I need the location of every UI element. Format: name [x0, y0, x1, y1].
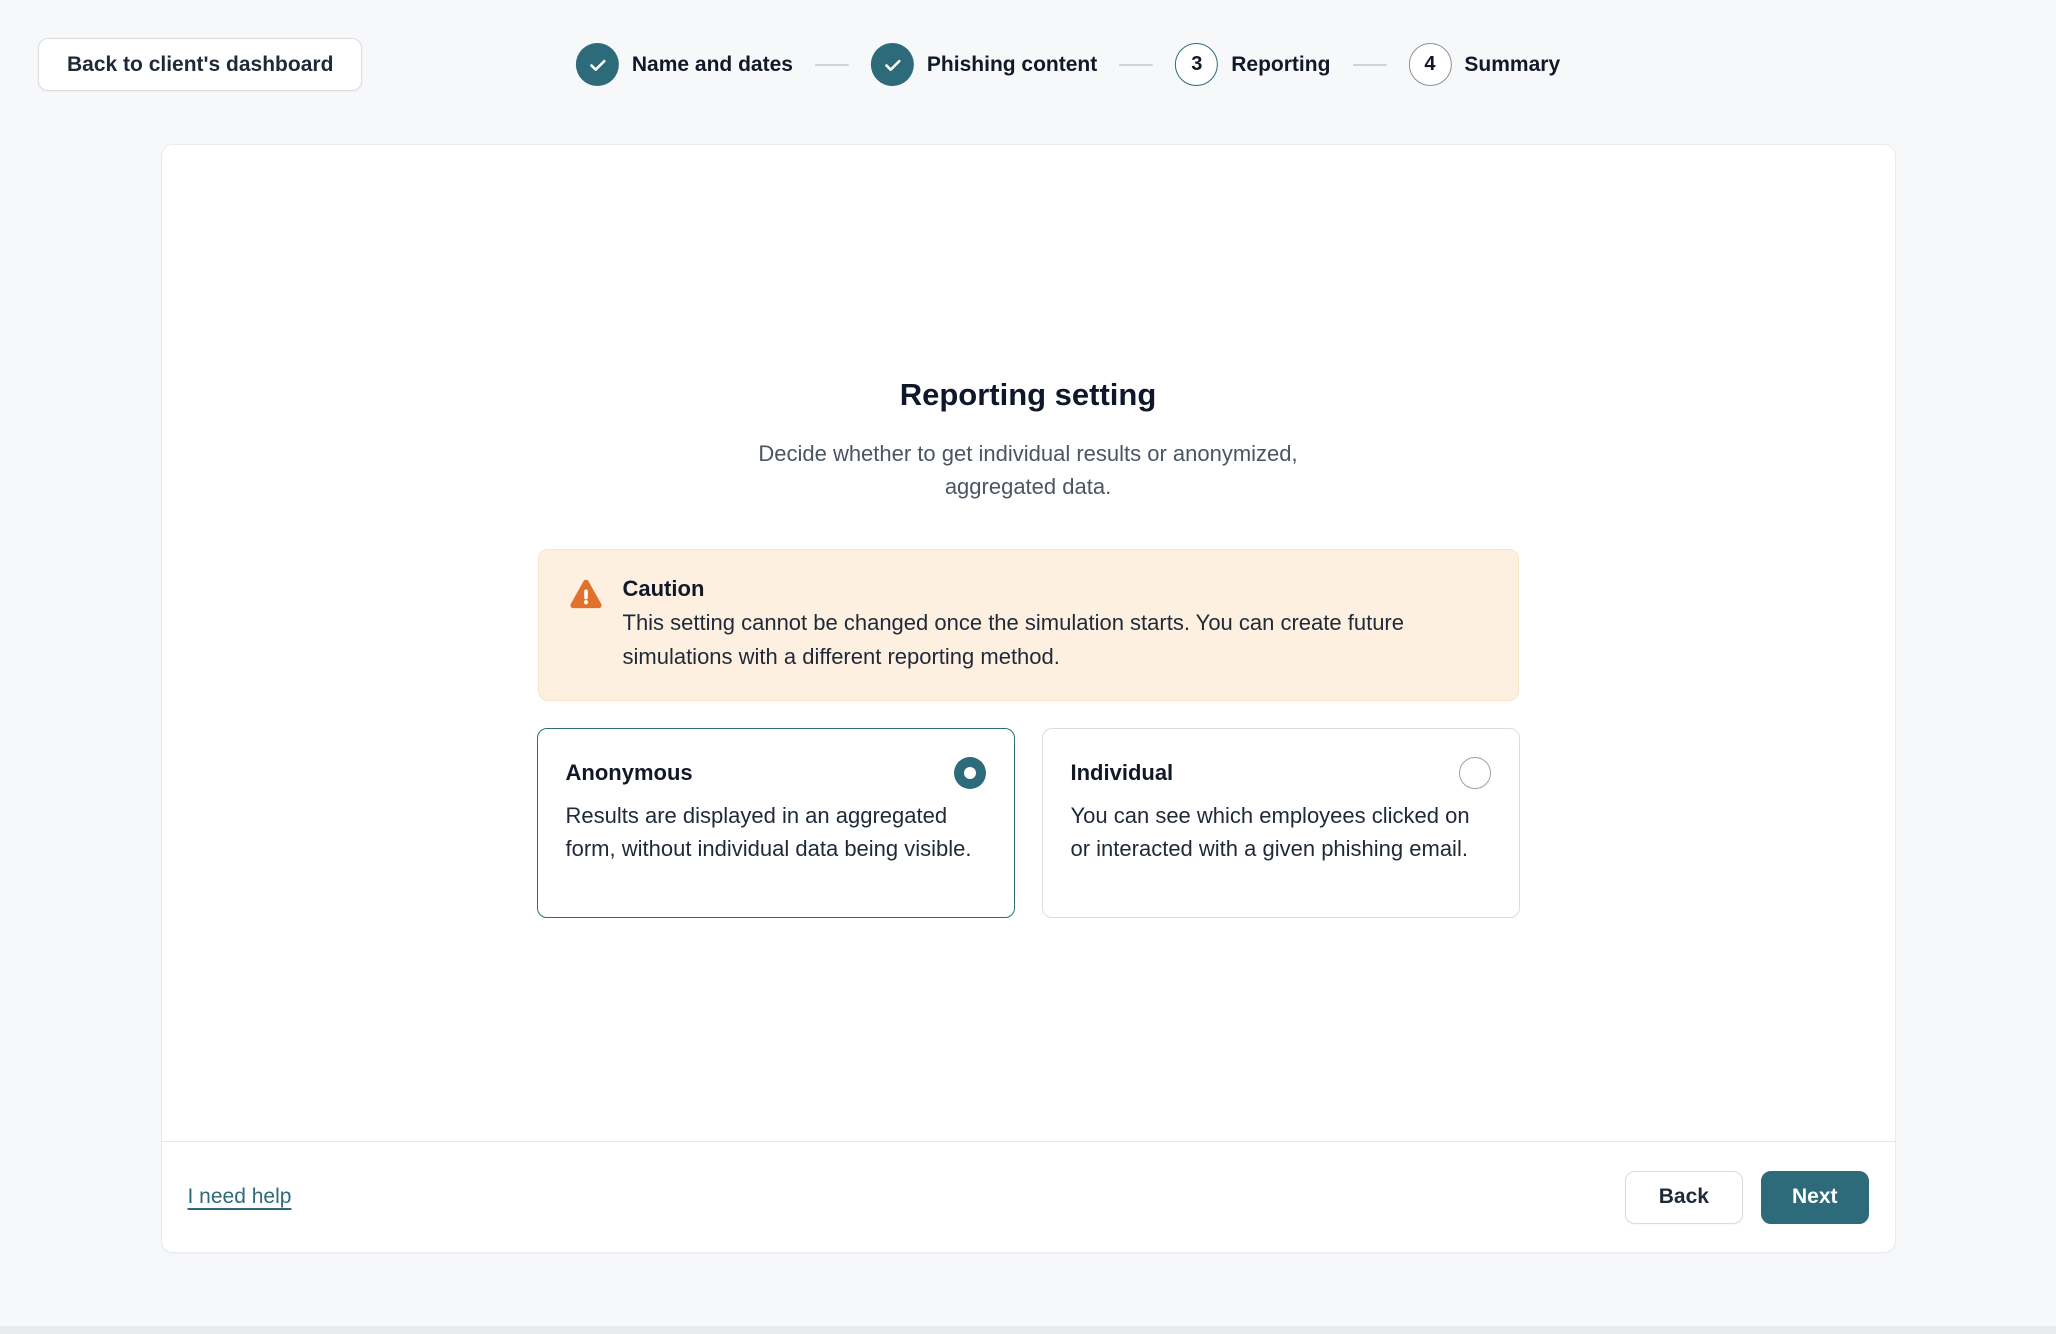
top-bar: Back to client's dashboard Name and date… [0, 0, 2056, 91]
option-head: Individual [1071, 757, 1491, 789]
caution-content: Caution This setting cannot be changed o… [623, 576, 1488, 674]
help-link[interactable]: I need help [188, 1185, 292, 1209]
step-complete-check-icon [576, 43, 619, 86]
reporting-options-group: Anonymous Results are displayed in an ag… [537, 728, 1520, 918]
wizard-stepper: Name and dates Phishing content 3 Report… [576, 38, 1560, 91]
step-complete-check-icon [871, 43, 914, 86]
caution-title: Caution [623, 576, 1488, 602]
back-to-dashboard-label: Back to client's dashboard [67, 53, 333, 77]
option-card-anonymous[interactable]: Anonymous Results are displayed in an ag… [537, 728, 1015, 918]
page-bottom-edge [0, 1326, 2056, 1334]
option-title: Individual [1071, 760, 1174, 786]
caution-body: This setting cannot be changed once the … [623, 606, 1488, 674]
step-label: Summary [1464, 53, 1560, 77]
option-description: Results are displayed in an aggregated f… [566, 799, 986, 865]
step-connector-line [1352, 64, 1386, 66]
stepper-step-summary[interactable]: 4 Summary [1408, 43, 1560, 86]
footer-actions: Back Next [1625, 1171, 1869, 1224]
page-title: Reporting setting [900, 377, 1157, 413]
option-head: Anonymous [566, 757, 986, 789]
stepper-step-phishing-content[interactable]: Phishing content [871, 43, 1097, 86]
option-title: Anonymous [566, 760, 693, 786]
step-label: Name and dates [632, 53, 793, 77]
page-subtitle: Decide whether to get individual results… [718, 437, 1338, 503]
warning-triangle-icon [569, 576, 603, 674]
step-number-badge: 3 [1175, 43, 1218, 86]
step-label: Phishing content [927, 53, 1097, 77]
option-description: You can see which employees clicked on o… [1071, 799, 1491, 865]
next-button[interactable]: Next [1761, 1171, 1869, 1224]
step-label: Reporting [1231, 53, 1330, 77]
back-to-dashboard-button[interactable]: Back to client's dashboard [38, 38, 362, 91]
caution-alert: Caution This setting cannot be changed o… [538, 549, 1519, 701]
stepper-step-name-and-dates[interactable]: Name and dates [576, 43, 793, 86]
radio-anonymous-selected[interactable] [954, 757, 986, 789]
stepper-step-reporting[interactable]: 3 Reporting [1175, 43, 1330, 86]
card-footer: I need help Back Next [162, 1142, 1895, 1252]
content-card: Reporting setting Decide whether to get … [161, 144, 1896, 1253]
step-connector-line [1119, 64, 1153, 66]
step-number-badge: 4 [1408, 43, 1451, 86]
step-connector-line [815, 64, 849, 66]
back-button[interactable]: Back [1625, 1171, 1743, 1224]
radio-individual-unselected[interactable] [1459, 757, 1491, 789]
option-card-individual[interactable]: Individual You can see which employees c… [1042, 728, 1520, 918]
